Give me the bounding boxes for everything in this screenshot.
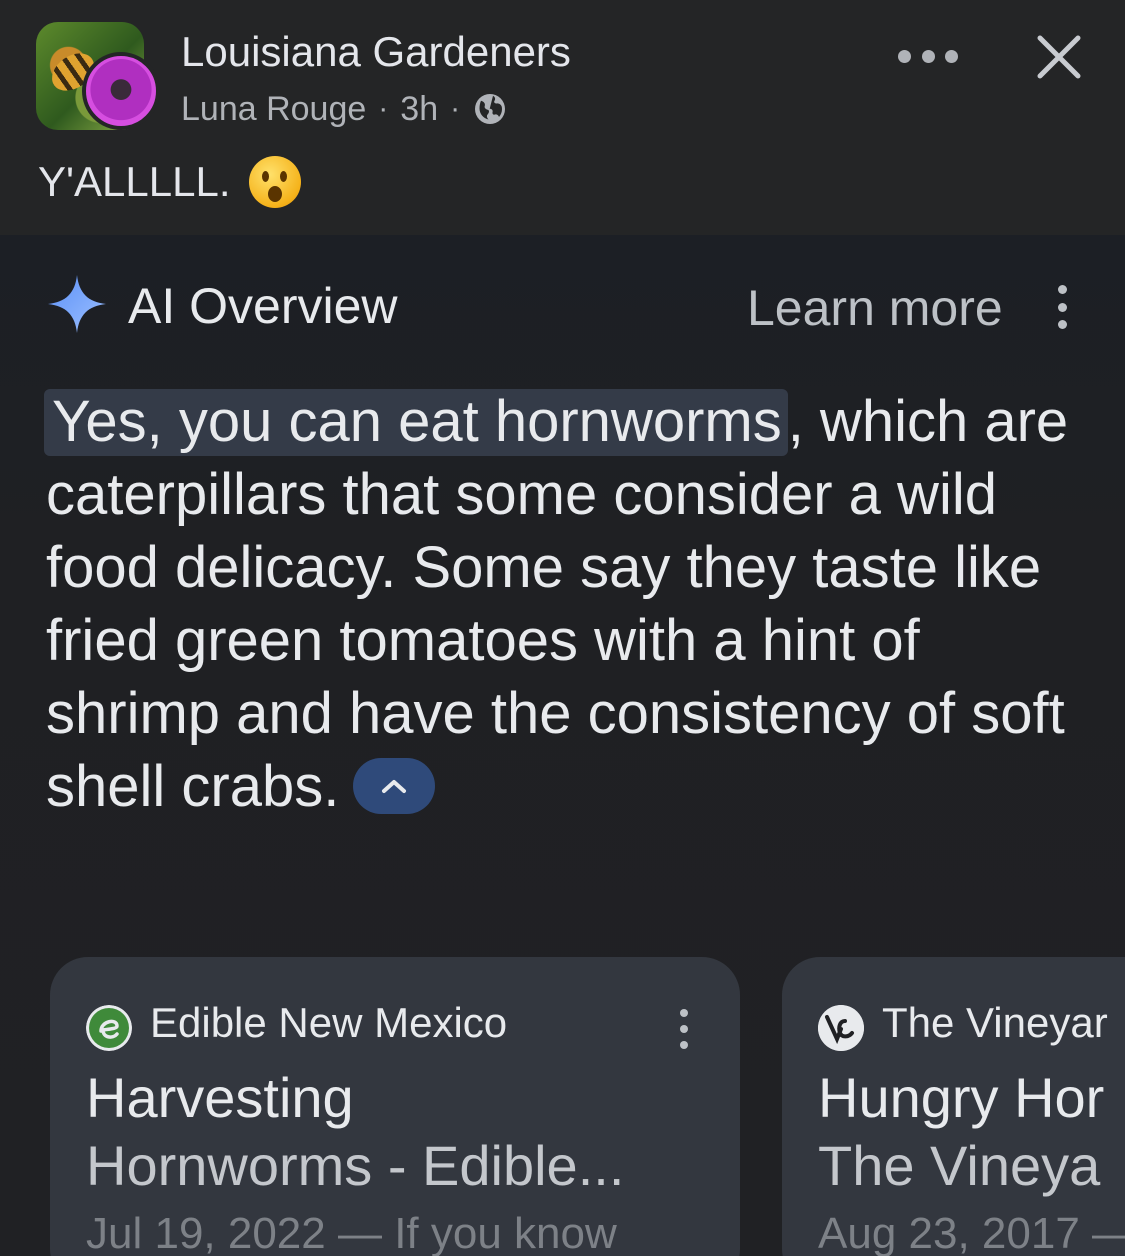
card-title: Hungry Hor: [818, 1066, 1105, 1129]
chevron-up-icon: [382, 779, 407, 793]
globe-icon: [475, 94, 506, 124]
card-source-name: The Vineyar: [882, 999, 1108, 1046]
close-icon[interactable]: [1030, 28, 1088, 86]
meta-separator: ·: [378, 92, 389, 125]
overview-menu-icon[interactable]: [1052, 285, 1072, 329]
highlighted-answer: Yes, you can eat hornworms: [44, 389, 788, 456]
source-card[interactable]: The Vineyar Hungry Hor The Vineya Aug 23…: [782, 957, 1125, 1256]
ai-overview-text: Yes, you can eat hornworms, which are ca…: [44, 385, 1106, 823]
sparkle-icon: [48, 275, 106, 333]
card-title-continued: Hornworms - Edible...: [86, 1134, 625, 1197]
post-time[interactable]: 3h: [400, 90, 438, 129]
card-snippet: Aug 23, 2017 —: [818, 1209, 1125, 1256]
post-meta: Luna Rouge · 3h ·: [181, 88, 508, 130]
astonished-face-emoji-icon: [248, 156, 301, 208]
card-title: Harvesting: [86, 1066, 354, 1129]
learn-more-link[interactable]: Learn more: [747, 279, 1003, 337]
ai-overview-header: AI Overview Learn more: [0, 235, 1125, 375]
user-avatar[interactable]: [82, 52, 160, 130]
collapse-button[interactable]: [353, 757, 436, 814]
author-name[interactable]: Luna Rouge: [181, 90, 366, 129]
source-card[interactable]: Edible New Mexico Harvesting Hornworms -…: [50, 957, 740, 1256]
card-source-name: Edible New Mexico: [150, 999, 508, 1046]
vineyard-gazette-logo-icon: [818, 1005, 864, 1051]
ai-overview-screenshot: AI Overview Learn more Yes, you can eat …: [0, 235, 1125, 1256]
card-menu-icon[interactable]: [676, 1009, 692, 1049]
ai-overview-title: AI Overview: [128, 278, 398, 334]
more-options-icon[interactable]: [898, 38, 958, 74]
card-title-continued: The Vineya: [818, 1134, 1101, 1197]
card-snippet: Jul 19, 2022 — If you know: [86, 1209, 617, 1256]
post-caption: Y'ALLLLL.: [38, 158, 231, 205]
group-name[interactable]: Louisiana Gardeners: [181, 28, 571, 76]
edible-logo-icon: [86, 1005, 132, 1051]
post-text: Y'ALLLLL.: [38, 156, 301, 208]
meta-separator: ·: [450, 92, 461, 125]
post-header: Louisiana Gardeners Luna Rouge · 3h · Y'…: [0, 0, 1125, 235]
